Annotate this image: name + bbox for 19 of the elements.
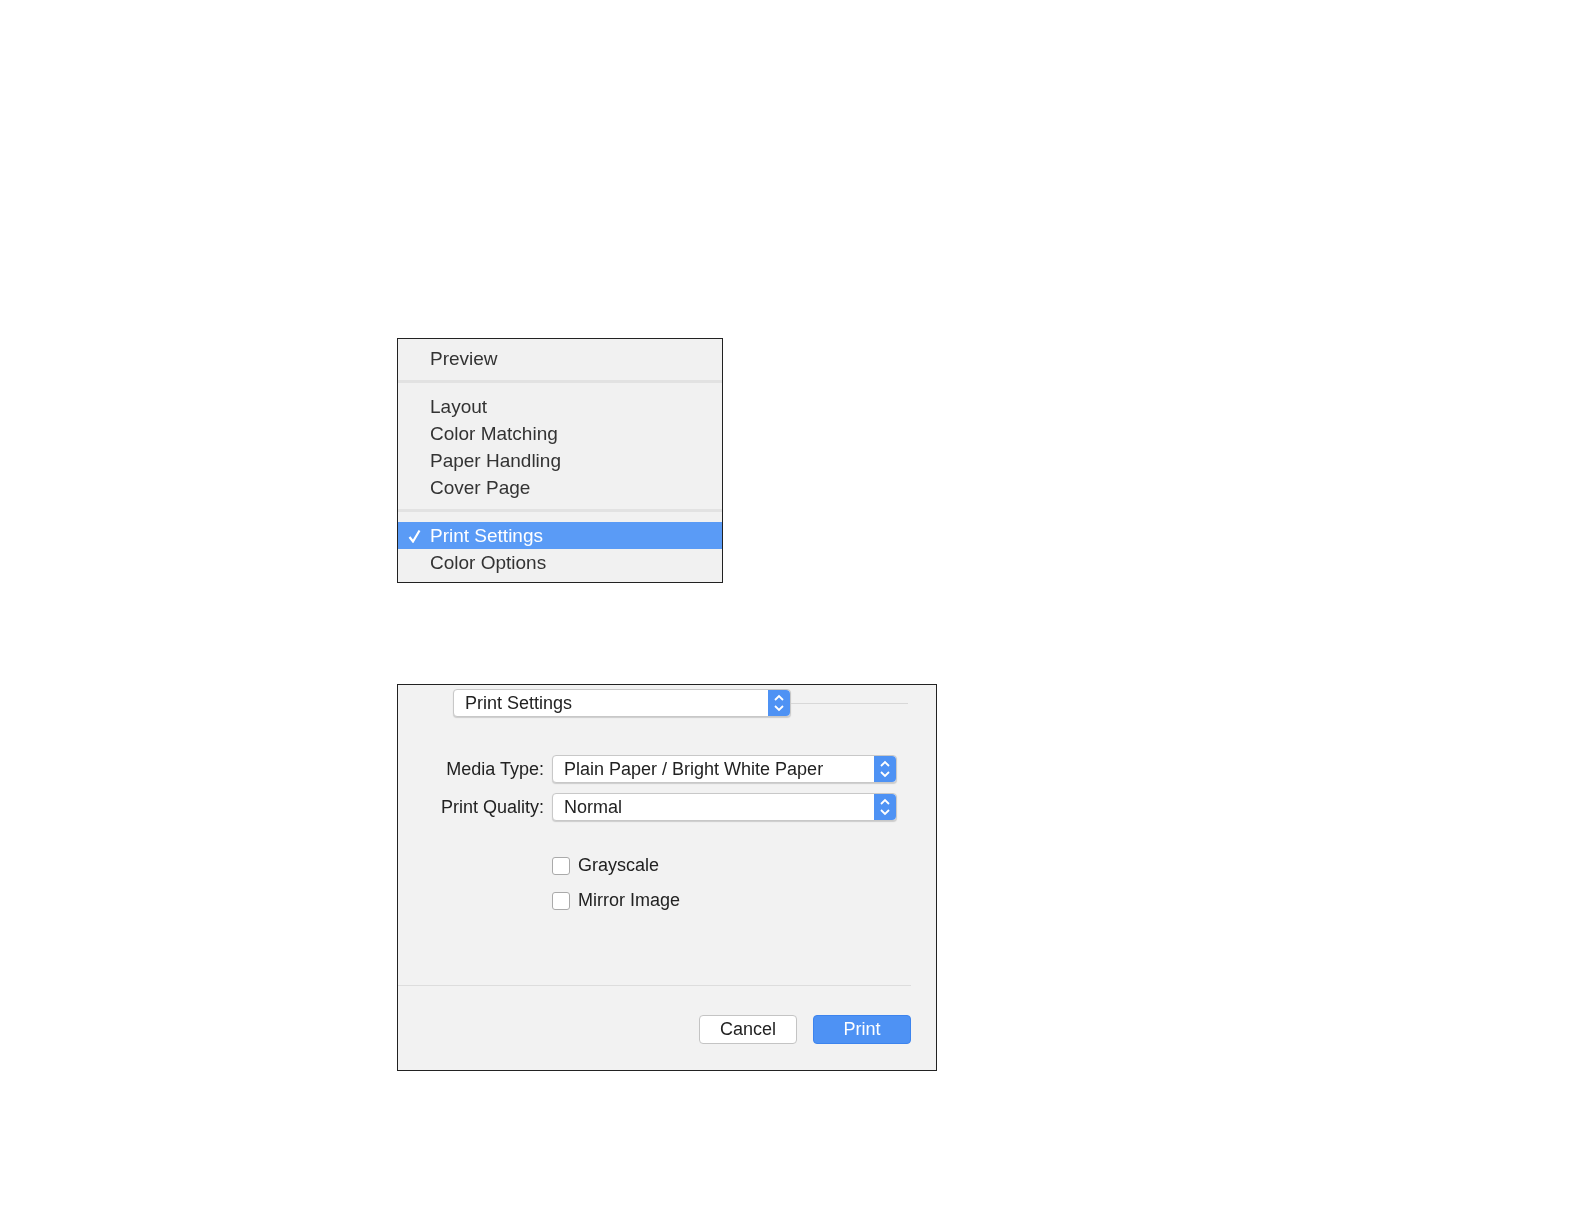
- menu-item[interactable]: Color Options: [398, 549, 722, 576]
- cancel-button[interactable]: Cancel: [699, 1015, 797, 1044]
- menu-item[interactable]: Preview: [398, 345, 722, 372]
- checkbox[interactable]: [552, 856, 570, 875]
- stepper-arrows-icon: [874, 794, 896, 820]
- checkbox-label: Mirror Image: [578, 890, 680, 911]
- panel-popup[interactable]: Print Settings: [453, 689, 791, 717]
- menu-item[interactable]: Cover Page: [398, 474, 722, 501]
- stepper-arrows-icon: [768, 690, 790, 716]
- select-field[interactable]: Plain Paper / Bright White Paper: [552, 755, 897, 783]
- menu-item[interactable]: Paper Handling: [398, 447, 722, 474]
- field-label: Media Type:: [445, 758, 544, 780]
- select-field[interactable]: Normal: [552, 793, 897, 821]
- menu-item[interactable]: Layout: [398, 393, 722, 420]
- checkbox-label: Grayscale: [578, 855, 660, 876]
- menu-item[interactable]: Color Matching: [398, 420, 722, 447]
- checkbox[interactable]: [552, 891, 570, 910]
- field-label: Print Quality:: [439, 796, 544, 818]
- stepper-arrows-icon: [874, 756, 896, 782]
